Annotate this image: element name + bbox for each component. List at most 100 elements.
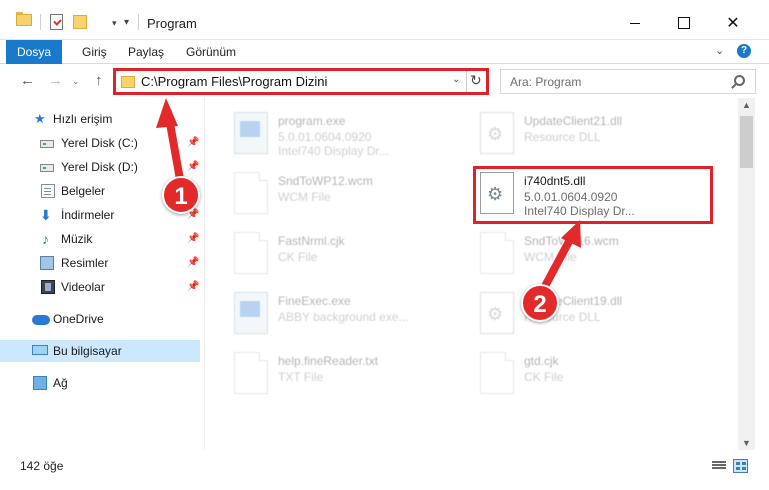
address-bar[interactable]: C:\Program Files\Program Dizini ⌄ ↻	[113, 68, 489, 95]
file-detail: Resource DLL	[524, 130, 601, 144]
dll-gear-icon	[480, 112, 514, 154]
sidebar-item-label: İndirmeler	[61, 208, 115, 222]
exe-icon	[234, 112, 268, 154]
sidebar-item-quick-access[interactable]: ★ Hızlı erişim	[0, 108, 200, 130]
back-icon[interactable]: ←	[20, 72, 35, 89]
star-icon: ★	[34, 111, 46, 126]
search-input[interactable]: Ara: Program	[500, 69, 756, 94]
chevron-down-icon[interactable]: ⌄	[452, 74, 460, 85]
sidebar-item-onedrive[interactable]: OneDrive	[0, 308, 200, 330]
sidebar-item-label: Müzik	[61, 232, 93, 246]
network-icon	[33, 376, 47, 390]
file-detail: ABBY background exe...	[278, 310, 409, 324]
file-icon	[234, 172, 268, 214]
sidebar-item-pictures[interactable]: Resimler 📌	[0, 252, 200, 274]
file-detail: TXT File	[278, 370, 324, 384]
disk-icon	[40, 140, 54, 148]
step-badge-1: 1	[162, 176, 200, 214]
address-path[interactable]: C:\Program Files\Program Dizini	[141, 74, 327, 89]
highlight-box	[473, 166, 713, 224]
sidebar-item-videos[interactable]: Videolar 📌	[0, 276, 200, 298]
search-placeholder[interactable]: Ara: Program	[510, 75, 581, 89]
pin-icon[interactable]: 📌	[187, 276, 199, 298]
divider	[40, 14, 41, 30]
file-icon	[480, 352, 514, 394]
file-name: help.fineReader.txt	[278, 354, 379, 368]
pin-icon[interactable]: 📌	[187, 228, 199, 250]
vertical-scrollbar[interactable]: ▲ ▼	[738, 98, 755, 450]
view-options-icon[interactable]	[94, 16, 108, 28]
forward-icon[interactable]: →	[48, 72, 63, 89]
file-item[interactable]: FastNrml.cjk CK File	[226, 226, 476, 284]
file-item[interactable]: program.exe 5.0.01.0604.0920 Intel740 Di…	[226, 106, 476, 164]
item-count: 142 öğe	[20, 459, 64, 473]
sidebar-item-label: Videolar	[61, 280, 105, 294]
properties-icon[interactable]	[50, 14, 63, 30]
sidebar-item-label: Ağ	[53, 376, 68, 390]
file-name: FastNrml.cjk	[278, 234, 345, 248]
download-icon: ⬇	[40, 207, 52, 223]
help-icon[interactable]: ?	[737, 44, 751, 58]
scroll-up-icon[interactable]: ▲	[742, 100, 751, 110]
chevron-down-icon[interactable]: ▾	[112, 18, 117, 29]
file-name: SndToWP12.wcm	[278, 174, 373, 188]
pin-icon[interactable]: 📌	[187, 252, 199, 274]
file-item[interactable]: SndToWP16.wcm WCM File	[472, 226, 722, 284]
file-item[interactable]: UpdateClient19.dll Resource DLL	[472, 286, 722, 344]
file-detail: Intel740 Display Dr...	[278, 144, 389, 158]
divider	[466, 71, 467, 92]
sidebar-item-label: Hızlı erişim	[53, 112, 113, 126]
file-detail: CK File	[278, 250, 318, 264]
file-name: gtd.cjk	[524, 354, 559, 368]
onedrive-icon	[32, 315, 50, 325]
sidebar-item-music[interactable]: ♪ Müzik 📌	[0, 228, 200, 250]
folder-icon	[121, 76, 135, 88]
details-view-icon[interactable]	[712, 460, 726, 472]
file-item[interactable]: SndToWP12.wcm WCM File	[226, 166, 476, 224]
file-list: program.exe 5.0.01.0604.0920 Intel740 Di…	[206, 98, 738, 450]
customize-toolbar-icon[interactable]: ▾	[124, 17, 129, 28]
tab-view[interactable]: Görünüm	[176, 40, 246, 64]
window-title: Program	[147, 16, 197, 31]
tab-home[interactable]: Giriş	[72, 40, 117, 64]
divider	[138, 14, 139, 30]
videos-icon	[41, 280, 55, 294]
pin-icon[interactable]: 📌	[187, 156, 199, 178]
large-icons-view-icon[interactable]	[733, 459, 748, 473]
refresh-icon[interactable]: ↻	[470, 72, 482, 89]
file-name: SndToWP16.wcm	[524, 234, 619, 248]
search-icon[interactable]	[734, 75, 745, 86]
navigation-pane: ★ Hızlı erişim Yerel Disk (C:) 📌 Yerel D…	[0, 98, 205, 450]
sidebar-item-label: Resimler	[61, 256, 109, 270]
title-bar: ▾ ▾ Program ✕	[0, 0, 769, 40]
file-item[interactable]: gtd.cjk CK File	[472, 346, 722, 404]
file-detail: WCM File	[278, 190, 331, 204]
tab-share[interactable]: Paylaş	[118, 40, 174, 64]
file-item[interactable]: help.fineReader.txt TXT File	[226, 346, 476, 404]
file-name: FineExec.exe	[278, 294, 351, 308]
close-button[interactable]: ✕	[710, 8, 756, 38]
pin-icon[interactable]: 📌	[187, 132, 199, 154]
scroll-down-icon[interactable]: ▼	[742, 438, 751, 448]
minimize-button[interactable]	[612, 8, 658, 38]
file-item[interactable]: UpdateClient21.dll Resource DLL	[472, 106, 722, 164]
sidebar-item-label: Bu bilgisayar	[53, 344, 122, 358]
sidebar-item-local-disk-c[interactable]: Yerel Disk (C:) 📌	[0, 132, 200, 154]
step-badge-2: 2	[521, 284, 559, 322]
sidebar-item-network[interactable]: Ağ	[0, 372, 200, 394]
sidebar-item-this-pc[interactable]: Bu bilgisayar	[0, 340, 200, 362]
file-detail: 5.0.01.0604.0920	[278, 130, 372, 144]
file-item[interactable]: FineExec.exe ABBY background exe...	[226, 286, 476, 344]
file-detail: CK File	[524, 370, 564, 384]
up-icon[interactable]: ↑	[95, 72, 103, 89]
sidebar-item-label: Yerel Disk (D:)	[61, 160, 138, 174]
ribbon-expand-icon[interactable]: ⌄	[715, 44, 724, 57]
file-icon	[480, 232, 514, 274]
new-folder-icon[interactable]	[73, 15, 87, 29]
maximize-button[interactable]	[661, 8, 707, 38]
file-name: program.exe	[278, 114, 346, 128]
recent-locations-icon[interactable]: ⌄	[72, 76, 80, 87]
scroll-thumb[interactable]	[740, 116, 753, 168]
file-detail: WCM File	[524, 250, 577, 264]
sidebar-item-local-disk-d[interactable]: Yerel Disk (D:) 📌	[0, 156, 200, 178]
